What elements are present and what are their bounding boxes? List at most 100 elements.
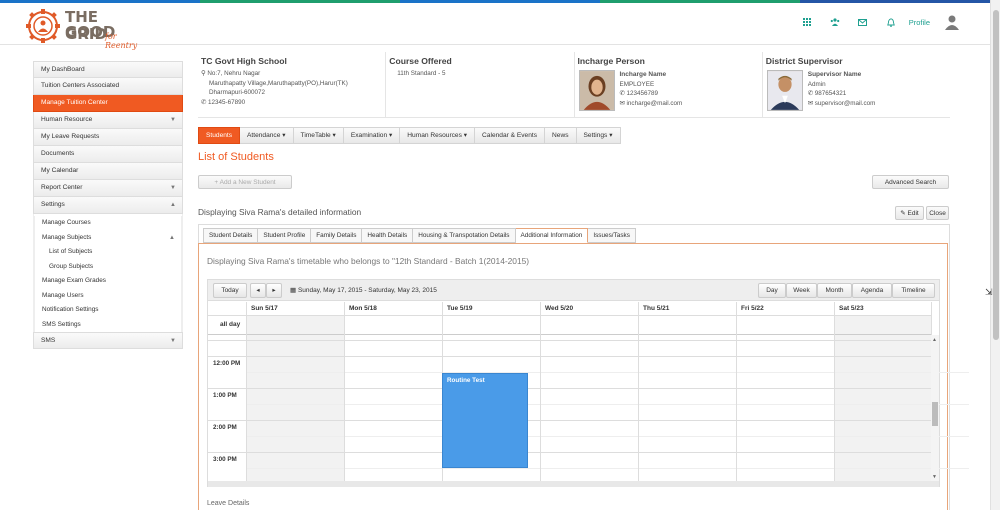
sidebar-sub-list-of-subjects[interactable]: List of Subjects — [34, 245, 182, 260]
mouse-cursor-icon: ⇲ — [985, 287, 993, 297]
tab-issues-tasks[interactable]: Issues/Tasks — [588, 228, 636, 243]
tab-student-details[interactable]: Student Details — [203, 228, 259, 243]
supervisor-phone: ✆ 987654321 — [808, 89, 876, 99]
sidebar: My DashBoard Tuition Centers Associated … — [33, 61, 183, 349]
sidebar-item-sms[interactable]: SMS ▼ — [33, 332, 183, 349]
grid-line — [246, 436, 969, 437]
supervisor-info: Supervisor Name Admin ✆ 987654321 ✉ supe… — [808, 70, 876, 108]
main-nav-tabs: Students Attendance ▾ TimeTable ▾ Examin… — [198, 127, 621, 144]
users-icon[interactable] — [821, 12, 849, 32]
supervisor-card: District Supervisor Supervisor Name Admi… — [763, 52, 950, 117]
view-timeline-button[interactable]: Timeline — [892, 283, 935, 298]
incharge-title: Incharge Person — [577, 56, 645, 66]
sidebar-sub-manage-subjects[interactable]: Manage Subjects ▲ — [34, 230, 182, 245]
day-header-tue: Tue 5/19 — [442, 302, 540, 315]
next-week-button[interactable]: ▸ — [266, 283, 282, 298]
sidebar-item-label: Human Resource — [41, 116, 93, 123]
sidebar-item-tuition-centers[interactable]: Tuition Centers Associated — [33, 78, 183, 95]
close-button[interactable]: Close — [926, 206, 949, 220]
scroll-up-icon[interactable]: ▲ — [932, 337, 937, 343]
tab-health-details[interactable]: Health Details — [362, 228, 414, 243]
chevron-down-icon: ▼ — [170, 338, 176, 344]
sidebar-item-manage-tuition-center[interactable]: Manage Tuition Center — [33, 95, 183, 112]
brand-logo[interactable]: THE GOOD GRID for Reentry — [25, 8, 145, 50]
tab-attendance[interactable]: Attendance ▾ — [240, 127, 294, 144]
date-range: ▦ Sunday, May 17, 2015 - Saturday, May 2… — [290, 283, 437, 298]
incharge-phone: ✆ 123456789 — [620, 89, 683, 99]
bell-icon[interactable] — [877, 12, 905, 32]
date-range-text: Sunday, May 17, 2015 - Saturday, May 23,… — [297, 287, 437, 294]
phone-icon: ✆ — [201, 98, 207, 106]
view-month-button[interactable]: Month — [817, 283, 852, 298]
sidebar-item-leave-requests[interactable]: My Leave Requests — [33, 129, 183, 146]
calendar-event[interactable]: Routine Test — [442, 373, 528, 468]
edit-button[interactable]: ✎ Edit — [895, 206, 924, 220]
sidebar-item-settings[interactable]: Settings ▲ — [33, 197, 183, 214]
prev-week-button[interactable]: ◂ — [250, 283, 266, 298]
chevron-up-icon: ▲ — [169, 234, 175, 241]
school-address-line-2: Maruthapatty Village,Maruthapatty(PO),Ha… — [209, 79, 348, 87]
sidebar-item-human-resource[interactable]: Human Resource ▼ — [33, 112, 183, 129]
supervisor-title: District Supervisor — [765, 56, 843, 66]
tab-settings[interactable]: Settings ▾ — [576, 127, 621, 144]
detail-tabs: Student Details Student Profile Family D… — [203, 228, 636, 243]
day-header-sun: Sun 5/17 — [246, 302, 344, 315]
view-agenda-button[interactable]: Agenda — [852, 283, 892, 298]
envelope-icon: ✉ — [619, 99, 625, 107]
tab-examination[interactable]: Examination ▾ — [343, 127, 401, 144]
tab-calendar-events[interactable]: Calendar & Events — [475, 127, 546, 144]
calendar-scrollbar[interactable]: ▲ ▼ — [931, 335, 939, 482]
tab-additional-information[interactable]: Additional Information — [515, 228, 589, 243]
tab-student-profile[interactable]: Student Profile — [258, 228, 312, 243]
profile-link[interactable]: Profile — [909, 18, 930, 27]
tab-family-details[interactable]: Family Details — [311, 228, 363, 243]
sidebar-item-calendar[interactable]: My Calendar — [33, 163, 183, 180]
view-day-button[interactable]: Day — [758, 283, 786, 298]
all-day-label: all day — [220, 321, 241, 328]
grid-line — [246, 302, 247, 481]
sidebar-sub-manage-users[interactable]: Manage Users — [34, 288, 182, 303]
sidebar-sub-sms-settings[interactable]: SMS Settings — [34, 317, 182, 332]
tab-timetable[interactable]: TimeTable ▾ — [293, 127, 344, 144]
timetable-heading: Displaying Siva Rama's timetable who bel… — [207, 256, 530, 266]
incharge-photo — [578, 70, 615, 111]
calendar-scrollbar-thumb[interactable] — [932, 402, 938, 426]
tab-students[interactable]: Students — [198, 127, 241, 144]
supervisor-email[interactable]: ✉ supervisor@mail.com — [808, 99, 876, 109]
sidebar-sub-group-subjects[interactable]: Group Subjects — [34, 259, 182, 274]
sidebar-item-label: My DashBoard — [41, 66, 85, 73]
sidebar-item-documents[interactable]: Documents — [33, 146, 183, 163]
add-student-button[interactable]: + Add a New Student — [198, 175, 292, 189]
supervisor-role: Admin — [807, 80, 826, 88]
advanced-search-button[interactable]: Advanced Search — [872, 175, 949, 189]
grid-line — [638, 302, 639, 481]
sidebar-item-label: My Leave Requests — [41, 133, 100, 140]
tab-human-resources[interactable]: Human Resources ▾ — [400, 127, 476, 144]
grid-icon[interactable] — [793, 12, 821, 32]
sidebar-item-label: SMS — [41, 337, 56, 344]
email-text: incharge@mail.com — [626, 99, 683, 107]
page-scrollbar[interactable] — [990, 0, 1000, 510]
mail-icon[interactable] — [849, 12, 877, 32]
grid-line — [208, 340, 931, 341]
sidebar-sub-manage-courses[interactable]: Manage Courses — [34, 216, 182, 231]
sidebar-item-report-center[interactable]: Report Center ▼ — [33, 180, 183, 197]
user-avatar-icon[interactable] — [944, 14, 960, 30]
today-button[interactable]: Today — [213, 283, 247, 298]
sidebar-sub-notification-settings[interactable]: Notification Settings — [34, 303, 182, 318]
grid-line — [208, 356, 931, 357]
incharge-email[interactable]: ✉ incharge@mail.com — [620, 99, 683, 109]
calendar-toolbar: Today ◂ ▸ ▦ Sunday, May 17, 2015 - Satur… — [208, 280, 939, 301]
sidebar-sub-manage-exam-grades[interactable]: Manage Exam Grades — [34, 274, 182, 289]
incharge-name: Incharge Name — [619, 71, 667, 78]
page-scrollbar-thumb[interactable] — [993, 10, 999, 340]
calendar-icon: ▦ — [290, 287, 297, 294]
sidebar-item-dashboard[interactable]: My DashBoard — [33, 61, 183, 78]
tab-housing-transportation[interactable]: Housing & Transpotation Details — [413, 228, 516, 243]
supervisor-name: Supervisor Name — [807, 71, 862, 78]
week-calendar: Today ◂ ▸ ▦ Sunday, May 17, 2015 - Satur… — [207, 279, 969, 487]
scroll-down-icon[interactable]: ▼ — [932, 474, 937, 480]
tab-news[interactable]: News — [545, 127, 577, 144]
view-week-button[interactable]: Week — [786, 283, 817, 298]
app-header: THE GOOD GRID for Reentry Profile — [0, 3, 990, 50]
